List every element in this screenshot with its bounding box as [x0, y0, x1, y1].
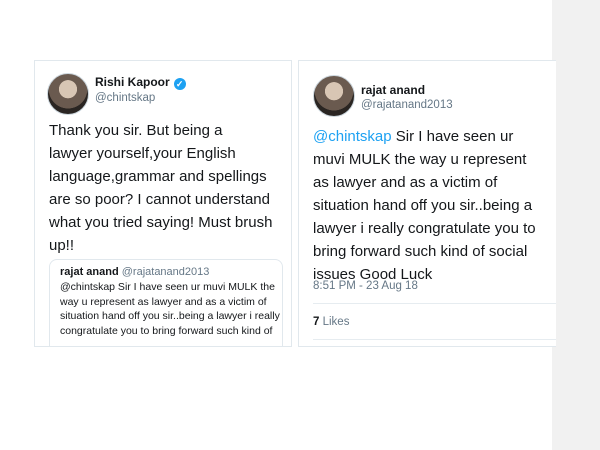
mention-link[interactable]: @chintskap: [313, 128, 392, 145]
quoted-body: @chintskap Sir I have seen ur muvi MULK …: [60, 280, 280, 338]
avatar-rajat-anand[interactable]: [313, 75, 355, 117]
tweet-line: up!!: [49, 237, 75, 254]
divider: [313, 303, 556, 304]
likes-label: Likes: [322, 316, 350, 328]
divider: [313, 339, 556, 340]
author-name-text: Rishi Kapoor: [95, 75, 170, 89]
verified-badge-icon: ✓: [173, 78, 186, 90]
tweet-line: muvi MULK the way u represent: [313, 151, 527, 168]
quoted-header: rajat anand @rajatanand2013: [60, 266, 209, 278]
page-edge-strip: [552, 0, 600, 450]
quoted-author-handle: @rajatanand2013: [121, 266, 210, 278]
author-handle[interactable]: @rajatanand2013: [361, 99, 453, 111]
tweet-line-rest: Sir I have seen ur: [391, 128, 514, 145]
author-name[interactable]: Rishi Kapoor ✓: [95, 75, 186, 90]
tweet-line: what you tried saying! Must brush: [49, 214, 273, 231]
quoted-line: situation hand off you sir..being a lawy…: [60, 310, 280, 322]
quoted-line: congratulate you to bring forward such k…: [60, 324, 273, 337]
quoted-author-name: rajat anand: [60, 266, 119, 278]
quoted-line: @chintskap Sir I have seen ur muvi MULK …: [60, 281, 275, 293]
tweet-line: bring forward such kind of social: [313, 243, 528, 260]
author-name[interactable]: rajat anand: [361, 83, 425, 97]
tweet-body: @chintskap Sir I have seen ur muvi MULK …: [313, 125, 536, 286]
avatar-rishi-kapoor[interactable]: [47, 73, 89, 115]
tweet-card-reply[interactable]: Rishi Kapoor ✓ @chintskap Thank you sir. …: [34, 60, 292, 347]
tweet-line: lawyer i really congratulate you to: [313, 220, 536, 237]
quoted-line: way u represent as lawyer and as a victi…: [60, 295, 267, 308]
tweet-body: Thank you sir. But being a lawyer yourse…: [49, 119, 272, 257]
tweet-line: are so poor? I cannot understand: [49, 191, 270, 208]
tweet-line: language,grammar and spellings: [49, 168, 267, 185]
tweet-timestamp[interactable]: 8:51 PM - 23 Aug 18: [313, 280, 418, 292]
tweet-line: @chintskap Sir I have seen ur: [313, 125, 536, 148]
tweet-line: lawyer yourself,your English: [49, 145, 236, 162]
tweet-line: situation hand off you sir..being a: [313, 197, 533, 214]
likes-number: 7: [313, 316, 320, 328]
quoted-tweet[interactable]: rajat anand @rajatanand2013 @chintskap S…: [49, 259, 283, 346]
tweet-line: Thank you sir. But being a: [49, 122, 223, 139]
likes-count[interactable]: 7 Likes: [313, 316, 349, 328]
author-handle[interactable]: @chintskap: [95, 92, 155, 104]
tweet-line: as lawyer and as a victim of: [313, 174, 498, 191]
tweet-card-original[interactable]: rajat anand @rajatanand2013 @chintskap S…: [298, 60, 556, 347]
